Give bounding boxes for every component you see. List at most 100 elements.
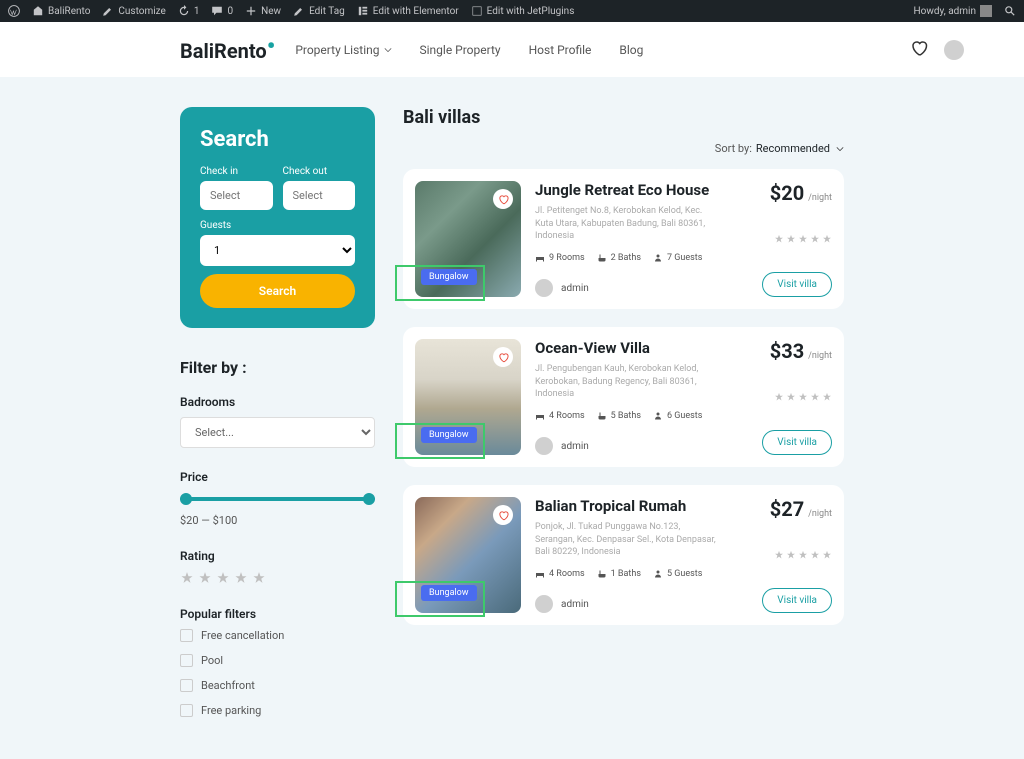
listing-meta: 4 Rooms 5 Baths 6 Guests	[535, 411, 718, 421]
checkbox-icon	[180, 654, 193, 667]
listing-rating	[774, 392, 832, 402]
bath-icon	[597, 411, 607, 421]
listing-image[interactable]: Bungalow	[415, 497, 521, 613]
listing-card: Bungalow Balian Tropical Rumah Ponjok, J…	[403, 485, 844, 625]
wp-howdy[interactable]: Howdy, admin	[914, 5, 992, 17]
category-tag[interactable]: Bungalow	[421, 269, 477, 285]
filter-free-parking[interactable]: Free parking	[180, 704, 375, 717]
listing-rating	[774, 550, 832, 560]
price-slider[interactable]	[180, 492, 375, 506]
page-title: Bali villas	[403, 107, 844, 128]
listing-meta: 9 Rooms 2 Baths 7 Guests	[535, 253, 718, 263]
bed-icon	[535, 411, 545, 421]
star-icon	[786, 550, 796, 560]
slider-handle-min[interactable]	[180, 493, 192, 505]
listing-title[interactable]: Jungle Retreat Eco House	[535, 181, 718, 199]
sort-control[interactable]: Sort by: Recommended	[403, 142, 844, 155]
guests-icon	[653, 253, 663, 263]
wp-customize[interactable]: Customize	[102, 5, 165, 17]
favorite-button[interactable]	[493, 347, 513, 367]
star-icon	[810, 392, 820, 402]
visit-button[interactable]: Visit villa	[762, 430, 832, 455]
star-icon	[798, 550, 808, 560]
listing-image[interactable]: Bungalow	[415, 181, 521, 297]
user-avatar-icon[interactable]	[944, 40, 964, 60]
checkin-input[interactable]	[200, 181, 273, 210]
filter-free-cancellation[interactable]: Free cancellation	[180, 629, 375, 642]
listing-address: Jl. Petitenget No.8, Kerobokan Kelod, Ke…	[535, 205, 718, 243]
author-avatar	[535, 279, 553, 297]
favorite-button[interactable]	[493, 189, 513, 209]
star-icon	[810, 550, 820, 560]
visit-button[interactable]: Visit villa	[762, 588, 832, 613]
price-range-text: $20 — $100	[180, 514, 375, 527]
checkout-label: Check out	[283, 166, 356, 177]
price-unit: /night	[808, 509, 832, 519]
wp-comments[interactable]: 0	[211, 5, 233, 17]
favorite-button[interactable]	[493, 505, 513, 525]
search-button[interactable]: Search	[200, 274, 355, 308]
checkbox-icon	[180, 629, 193, 642]
author-avatar	[535, 437, 553, 455]
guests-icon	[653, 569, 663, 579]
listing-author[interactable]: admin	[535, 279, 718, 297]
wp-new[interactable]: New	[245, 5, 281, 17]
listing-title[interactable]: Ocean-View Villa	[535, 339, 718, 357]
guests-select[interactable]: 1	[200, 235, 355, 266]
wp-search-icon[interactable]	[1004, 5, 1016, 17]
nav-single-property[interactable]: Single Property	[420, 43, 501, 57]
star-icon	[798, 234, 808, 244]
wp-site-link[interactable]: BaliRento	[32, 5, 90, 17]
star-icon	[216, 571, 230, 585]
nav-host-profile[interactable]: Host Profile	[529, 43, 592, 57]
bed-icon	[535, 253, 545, 263]
price-unit: /night	[808, 351, 832, 361]
checkin-label: Check in	[200, 166, 273, 177]
checkout-input[interactable]	[283, 181, 356, 210]
star-icon	[786, 234, 796, 244]
favorites-icon[interactable]	[910, 39, 928, 61]
rating-filter[interactable]	[180, 571, 375, 585]
nav-property-listing[interactable]: Property Listing	[295, 43, 391, 57]
chevron-down-icon	[384, 46, 392, 54]
listing-price: $27	[770, 497, 804, 521]
star-icon	[822, 550, 832, 560]
main-nav: Property Listing Single Property Host Pr…	[295, 43, 643, 57]
slider-handle-max[interactable]	[363, 493, 375, 505]
filter-title: Filter by :	[180, 358, 375, 377]
wp-updates[interactable]: 1	[178, 5, 200, 17]
wp-edit-tag[interactable]: Edit Tag	[293, 5, 345, 17]
listing-author[interactable]: admin	[535, 437, 718, 455]
visit-button[interactable]: Visit villa	[762, 272, 832, 297]
star-icon	[774, 234, 784, 244]
logo[interactable]: BaliRento•	[180, 36, 275, 64]
bedrooms-select[interactable]: Select...	[180, 417, 375, 448]
checkbox-icon	[180, 679, 193, 692]
star-icon	[822, 392, 832, 402]
wp-logo-icon[interactable]	[8, 5, 20, 17]
guests-label: Guests	[200, 220, 355, 231]
listing-image[interactable]: Bungalow	[415, 339, 521, 455]
wp-jetplugins[interactable]: Edit with JetPlugins	[471, 5, 575, 17]
bedrooms-label: Badrooms	[180, 395, 375, 409]
category-tag[interactable]: Bungalow	[421, 585, 477, 601]
author-avatar	[535, 595, 553, 613]
listing-address: Jl. Pengubengan Kauh, Kerobokan Kelod, K…	[535, 363, 718, 401]
wp-admin-bar: BaliRento Customize 1 0 New Edit Tag Edi…	[0, 0, 1024, 22]
listing-card: Bungalow Jungle Retreat Eco House Jl. Pe…	[403, 169, 844, 309]
category-tag[interactable]: Bungalow	[421, 427, 477, 443]
avatar-icon	[980, 5, 992, 17]
nav-blog[interactable]: Blog	[619, 43, 643, 57]
star-icon	[810, 234, 820, 244]
search-title: Search	[200, 127, 355, 152]
chevron-down-icon	[836, 145, 844, 153]
star-icon	[774, 392, 784, 402]
filter-beachfront[interactable]: Beachfront	[180, 679, 375, 692]
filter-pool[interactable]: Pool	[180, 654, 375, 667]
listing-title[interactable]: Balian Tropical Rumah	[535, 497, 718, 515]
listing-card: Bungalow Ocean-View Villa Jl. Pengubenga…	[403, 327, 844, 467]
wp-elementor[interactable]: Edit with Elementor	[357, 5, 459, 17]
star-icon	[774, 550, 784, 560]
bath-icon	[597, 253, 607, 263]
listing-author[interactable]: admin	[535, 595, 718, 613]
